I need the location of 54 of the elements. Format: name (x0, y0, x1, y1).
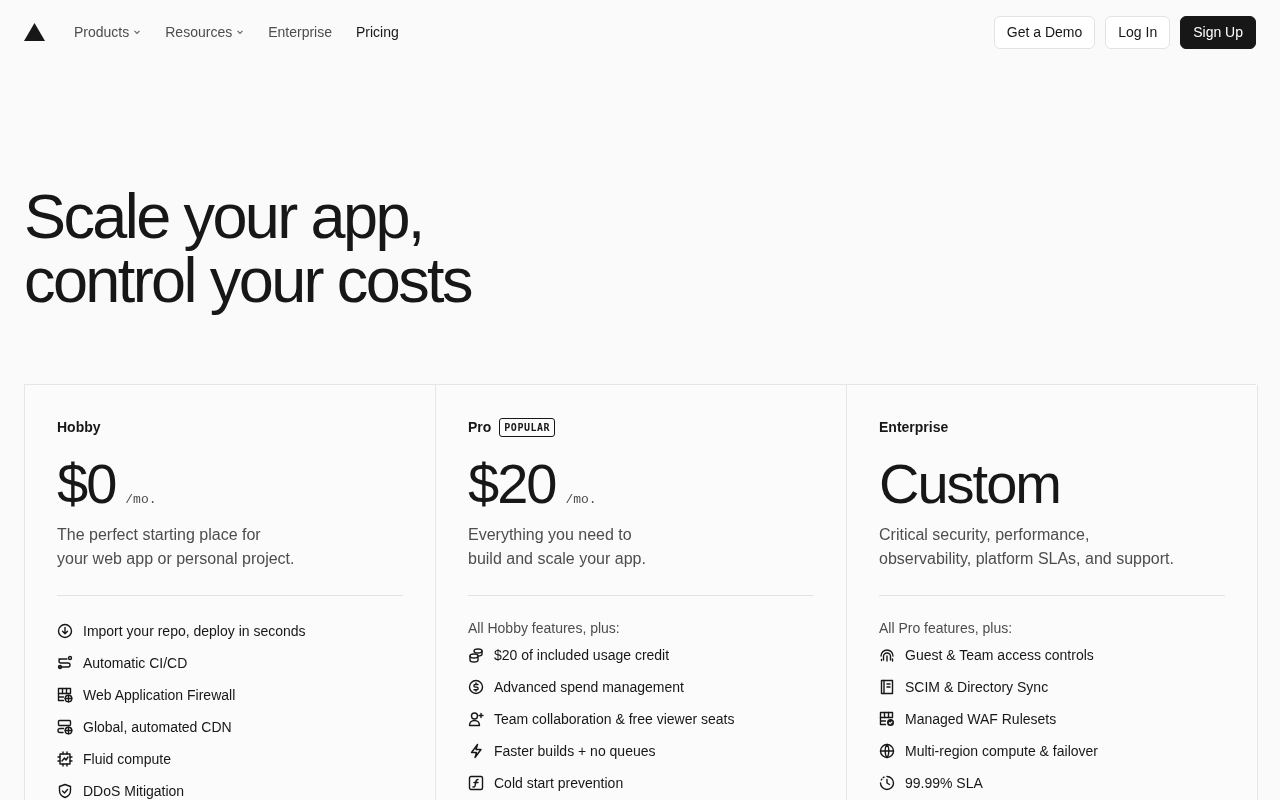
fingerprint-icon (879, 647, 895, 663)
login-button[interactable]: Log In (1105, 15, 1171, 49)
flow-icon (57, 655, 73, 671)
feature-text: Global, automated CDN (83, 719, 232, 735)
feature-text: Faster builds + no queues (494, 743, 656, 759)
plan-description: The perfect starting place for your web app or personal project. (57, 523, 403, 596)
nav-link[interactable]: Resources (165, 18, 245, 46)
shield-check-icon (57, 783, 73, 799)
popular-badge: POPULAR (499, 417, 555, 437)
feature-text: Team collaboration & free viewer seats (494, 711, 735, 727)
feature-text: $20 of included usage credit (494, 647, 670, 663)
feature-text: Managed WAF Rulesets (905, 711, 1057, 727)
plan-description: Everything you need to build and scale your app. (468, 523, 814, 596)
plan-description: Critical security, performance, observability, platform SLAs, and support. (879, 523, 1225, 596)
features-intro: All Hobby features, plus: (468, 620, 621, 638)
price: Custom (879, 451, 1060, 516)
price: $0 (57, 451, 116, 516)
price-period: /mo. (565, 492, 597, 507)
plan-name: Enterprise (879, 419, 949, 435)
firewall-check-icon (879, 711, 895, 727)
lightning-icon (468, 743, 484, 759)
features-intro: All Pro features, plus: (879, 620, 1014, 638)
function-icon (468, 775, 484, 791)
chip-icon (57, 751, 73, 767)
dollar-circle-icon (468, 679, 484, 695)
server-globe-icon (57, 719, 73, 735)
coins-icon (468, 647, 484, 663)
clock-icon (879, 775, 895, 791)
signup-button[interactable]: Sign Up (1180, 15, 1256, 49)
feature-text: Cold start prevention (494, 775, 624, 791)
demo-button[interactable]: Get a Demo (993, 15, 1096, 49)
plan-name: Pro (468, 419, 492, 435)
nav-link[interactable]: Pricing (356, 18, 399, 46)
price-period: /mo. (125, 492, 157, 507)
nav-link[interactable]: Products (74, 18, 142, 46)
feature-text: DDoS Mitigation (83, 783, 185, 799)
feature-text: Fluid compute (83, 751, 171, 767)
price: $20 (468, 451, 556, 516)
user-plus-icon (468, 711, 484, 727)
arrow-circle-icon (57, 623, 73, 639)
feature-text: Multi-region compute & failover (905, 743, 1098, 759)
plan-name: Hobby (57, 419, 101, 435)
book-icon (879, 679, 895, 695)
firewall-globe-icon (57, 687, 73, 703)
logo-icon (24, 23, 45, 41)
feature-text: 99.99% SLA (905, 775, 983, 791)
feature-text: Automatic CI/CD (83, 655, 188, 671)
feature-text: Advanced spend management (494, 679, 684, 695)
feature-text: Web Application Firewall (83, 687, 236, 703)
feature-text: Import your repo, deploy in seconds (83, 623, 306, 639)
nav-link[interactable]: Enterprise (268, 18, 332, 46)
globe-icon (879, 743, 895, 759)
feature-text: SCIM & Directory Sync (905, 679, 1049, 695)
feature-text: Guest & Team access controls (905, 647, 1094, 663)
